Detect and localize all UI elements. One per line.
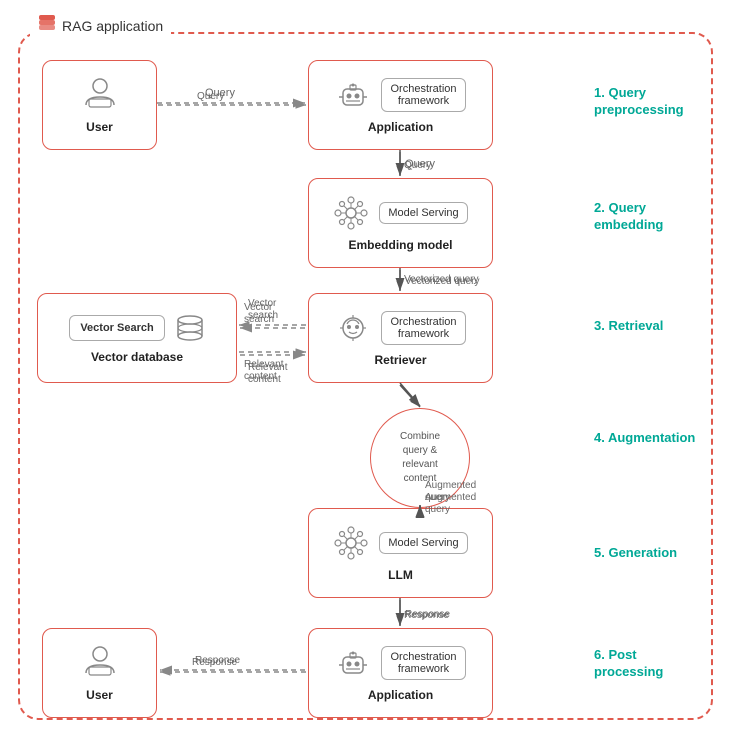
user-top-icon: [81, 77, 119, 116]
retriever-box: Orchestrationframework Retriever: [308, 293, 493, 383]
robot-bottom-icon: [335, 645, 371, 686]
embedding-icon: [333, 195, 369, 236]
robot-top-icon: [335, 77, 371, 118]
db-icon: [175, 313, 205, 348]
orchestration-app-top-label: Application: [368, 120, 433, 134]
orchestration-app-bottom-inner: Orchestrationframework: [381, 646, 465, 680]
llm-icon: [333, 525, 369, 566]
retriever-icon: [335, 310, 371, 351]
user-top-label: User: [86, 120, 113, 134]
llm-box: Model Serving LLM: [308, 508, 493, 598]
orchestration-app-bottom-label: Application: [368, 688, 433, 702]
orchestration-app-top-inner: Orchestrationframework: [381, 78, 465, 112]
vector-search-inner: Vector Search: [69, 315, 164, 341]
embedding-model-box: Model Serving Embedding model: [308, 178, 493, 268]
step-5-label: 5. Generation: [594, 545, 714, 562]
combine-text: Combinequery &relevantcontent: [400, 430, 440, 486]
orchestration-app-top-box: Orchestrationframework Application: [308, 60, 493, 150]
retriever-inner: Orchestrationframework: [381, 311, 465, 345]
diagram-container: RAG application 1. Querypreprocessing 2.…: [0, 0, 736, 731]
retriever-label: Retriever: [374, 353, 426, 367]
combine-circle: Combinequery &relevantcontent: [370, 408, 470, 508]
step-1-label: 1. Querypreprocessing: [594, 85, 714, 119]
rag-title-text: RAG application: [62, 18, 163, 34]
vector-search-box: Vector Search Vector database: [37, 293, 237, 383]
rag-icon: [38, 14, 56, 37]
vector-search-label: Vector database: [91, 350, 183, 364]
user-bottom-icon: [81, 645, 119, 684]
step-6-label: 6. Postprocessing: [594, 647, 714, 681]
step-3-label: 3. Retrieval: [594, 318, 714, 335]
user-bottom-box: User: [42, 628, 157, 718]
user-bottom-label: User: [86, 688, 113, 702]
step-4-label: 4. Augmentation: [594, 430, 714, 447]
embedding-inner: Model Serving: [379, 202, 467, 224]
orchestration-app-bottom-box: Orchestrationframework Application: [308, 628, 493, 718]
embedding-label: Embedding model: [348, 238, 452, 252]
step-2-label: 2. Queryembedding: [594, 200, 714, 234]
llm-inner: Model Serving: [379, 532, 467, 554]
user-top-box: User: [42, 60, 157, 150]
rag-title: RAG application: [30, 14, 171, 37]
llm-label: LLM: [388, 568, 413, 582]
